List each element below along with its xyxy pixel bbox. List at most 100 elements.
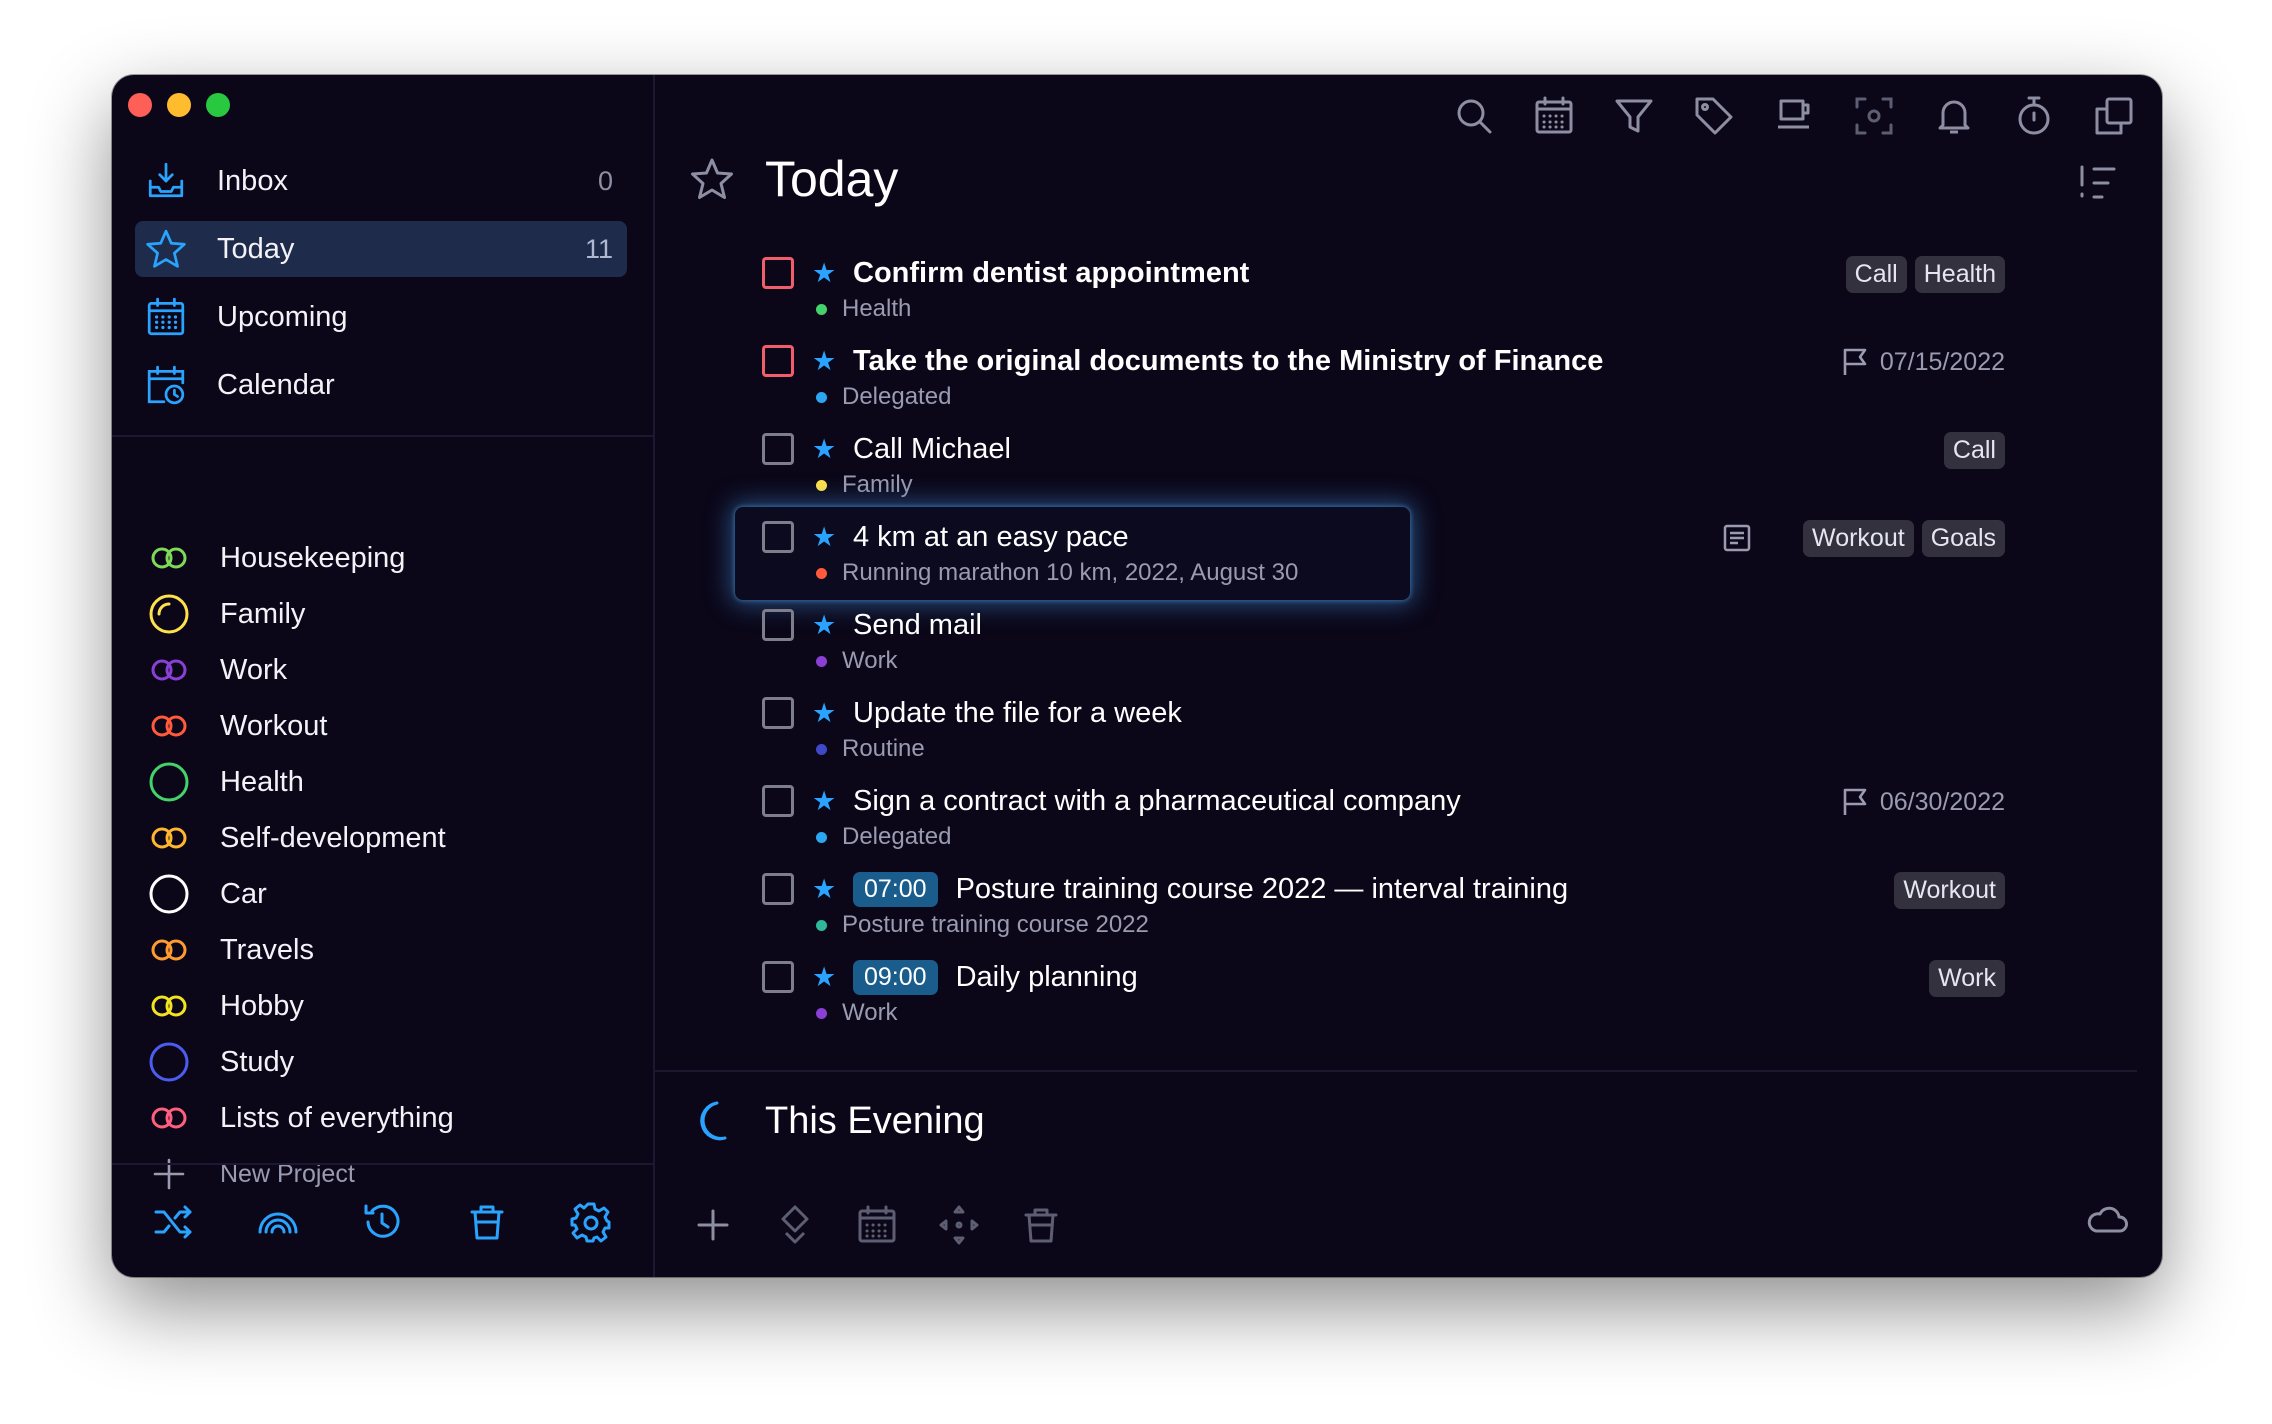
sidebar-item-label: Upcoming [217, 300, 348, 333]
add-task-icon[interactable] [691, 1203, 735, 1247]
schedule-calendar-icon[interactable] [855, 1203, 899, 1247]
flag-icon [1843, 788, 1867, 815]
task-row[interactable]: ★ Call Michael Family Call [760, 431, 2005, 519]
task-checkbox[interactable] [762, 609, 794, 641]
task-tag[interactable]: Health [1914, 255, 2005, 293]
task-row[interactable]: ★ 09:00 Daily planning Work Work [760, 959, 2005, 1047]
search-icon[interactable] [1451, 93, 1497, 139]
sidebar-item-study[interactable]: Study [147, 1034, 617, 1090]
sidebar-item-housekeeping[interactable]: Housekeeping [147, 530, 617, 586]
maximize-window-button[interactable] [206, 93, 230, 117]
settings-gear-icon[interactable] [569, 1200, 613, 1244]
task-row[interactable]: ★ Confirm dentist appointment Health Cal… [760, 255, 2005, 343]
coffee-break-icon[interactable] [1771, 93, 1817, 139]
task-list: ★ Confirm dentist appointment Health Cal… [735, 255, 2005, 1047]
task-checkbox[interactable] [762, 785, 794, 817]
task-title: Call Michael [853, 432, 1011, 465]
today-star-icon: ★ [812, 346, 837, 376]
deadline: 06/30/2022 [1840, 787, 2005, 817]
task-row[interactable]: ★ Sign a contract with a pharmaceutical … [760, 783, 2005, 871]
bottom-toolbar [691, 1203, 1063, 1247]
today-star-icon: ★ [812, 610, 837, 640]
sidebar-item-work[interactable]: Work [147, 642, 617, 698]
work-project-icon [151, 659, 187, 681]
trash-icon[interactable] [465, 1200, 509, 1244]
priority-diamond-icon[interactable] [773, 1203, 817, 1247]
task-row[interactable]: ★ 07:00 Posture training course 2022 — i… [760, 871, 2005, 959]
sidebar-item-self-development[interactable]: Self-development [147, 810, 617, 866]
sidebar-item-calendar[interactable]: Calendar [135, 357, 627, 413]
move-icon[interactable] [937, 1203, 981, 1247]
project-label: Health [220, 765, 304, 798]
tag-icon[interactable] [1691, 93, 1737, 139]
sidebar-item-travels[interactable]: Travels [147, 922, 617, 978]
task-row[interactable]: ★ Update the file for a week Routine [760, 695, 2005, 783]
project-label: Car [220, 877, 267, 910]
close-window-button[interactable] [128, 93, 152, 117]
task-checkbox[interactable] [762, 961, 794, 993]
task-checkbox[interactable] [762, 697, 794, 729]
sidebar-item-label: Calendar [217, 368, 335, 401]
sidebar-item-today[interactable]: Today 11 [135, 221, 627, 277]
task-checkbox[interactable] [762, 257, 794, 289]
calendar-icon[interactable] [1531, 93, 1577, 139]
bell-icon[interactable] [1931, 93, 1977, 139]
filter-icon[interactable] [1611, 93, 1657, 139]
note-icon[interactable] [1721, 522, 1753, 554]
calendar-clock-icon [147, 365, 185, 405]
deadline: 07/15/2022 [1840, 347, 2005, 377]
task-checkbox[interactable] [762, 873, 794, 905]
shuffle-icon[interactable] [152, 1200, 196, 1244]
task-checkbox[interactable] [762, 345, 794, 377]
page-header: Today [689, 150, 898, 208]
task-project: Health [842, 295, 912, 322]
focus-icon[interactable] [1851, 93, 1897, 139]
task-tag[interactable]: Workout [1803, 519, 1914, 557]
self-development-project-icon [151, 827, 187, 849]
task-tag[interactable]: Goals [1921, 519, 2005, 557]
sidebar-item-upcoming[interactable]: Upcoming [135, 289, 627, 345]
flag-icon [1843, 348, 1867, 375]
project-label: Hobby [220, 989, 304, 1022]
sort-priority-icon[interactable] [2076, 161, 2120, 205]
minimize-window-button[interactable] [167, 93, 191, 117]
task-row[interactable]: ★ Take the original documents to the Min… [760, 343, 2005, 431]
sidebar-item-family[interactable]: Family [147, 586, 617, 642]
rainbow-icon[interactable] [256, 1200, 300, 1244]
task-checkbox[interactable] [762, 433, 794, 465]
task-row-selected[interactable]: ★ 4 km at an easy pace Running marathon … [735, 507, 2005, 607]
car-project-icon [149, 874, 189, 914]
sidebar-item-workout[interactable]: Workout [147, 698, 617, 754]
sidebar-nav: Inbox 0 Today 11 Upcoming Calendar [135, 153, 627, 425]
sidebar-item-lists-of-everything[interactable]: Lists of everything [147, 1090, 617, 1146]
lists-project-icon [151, 1107, 187, 1129]
task-tag[interactable]: Work [1929, 959, 2005, 997]
timer-icon[interactable] [2011, 93, 2057, 139]
cloud-sync-icon[interactable] [2084, 1197, 2130, 1243]
sidebar-item-inbox[interactable]: Inbox 0 [135, 153, 627, 209]
task-project: Posture training course 2022 [842, 911, 1149, 938]
project-dot [816, 743, 827, 755]
evening-section-header: This Evening [689, 1098, 985, 1144]
task-tag[interactable]: Call [1943, 431, 2005, 469]
sidebar-item-health[interactable]: Health [147, 754, 617, 810]
project-label: Housekeeping [220, 541, 406, 574]
study-project-icon [149, 1042, 189, 1082]
delete-icon[interactable] [1019, 1203, 1063, 1247]
task-project: Work [842, 647, 898, 674]
sidebar-item-hobby[interactable]: Hobby [147, 978, 617, 1034]
sidebar-item-car[interactable]: Car [147, 866, 617, 922]
task-project: Family [842, 471, 913, 498]
deadline-date: 06/30/2022 [1879, 787, 2005, 816]
project-dot [816, 1007, 827, 1019]
history-icon[interactable] [360, 1200, 404, 1244]
task-tag[interactable]: Workout [1894, 871, 2005, 909]
task-project: Routine [842, 735, 925, 762]
windows-icon[interactable] [2091, 93, 2137, 139]
task-checkbox[interactable] [762, 521, 794, 553]
health-project-icon [149, 762, 189, 802]
time-badge: 09:00 [853, 959, 938, 995]
task-tag[interactable]: Call [1845, 255, 1907, 293]
task-row[interactable]: ★ Send mail Work [760, 607, 2005, 695]
star-icon [146, 229, 186, 268]
